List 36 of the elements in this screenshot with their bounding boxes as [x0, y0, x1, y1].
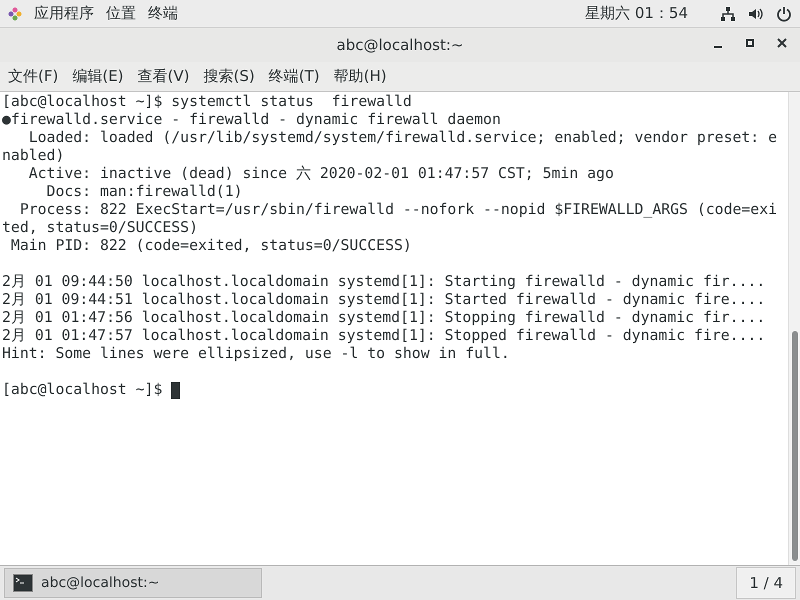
top-menu-item[interactable]: 终端 — [148, 2, 178, 25]
apps-icon — [8, 6, 22, 20]
shell-prompt: [abc@localhost ~]$ — [2, 381, 164, 399]
menu-item[interactable]: 查看(V) — [138, 65, 190, 88]
scrollbar[interactable] — [788, 92, 800, 565]
text-cursor — [171, 382, 180, 398]
maximize-icon[interactable] — [744, 37, 756, 49]
terminal-line: ●firewalld.service - firewalld - dynamic firewall daemon — [2, 111, 501, 129]
menu-item[interactable]: 终端(T) — [268, 65, 320, 88]
terminal-icon — [13, 574, 33, 592]
terminal-line: Active: inactive (dead) since 六 2020-02-01 01:47:57 CST; 5min ago — [28, 165, 614, 183]
terminal-line: 2月 01 01:47:57 localhost.localdomain systemd[1]: Stopped firewalld - dynamic fire.... — [2, 327, 766, 345]
workspace-indicator[interactable]: 1 / 4 — [736, 566, 796, 600]
menu-item[interactable]: 搜索(S) — [204, 65, 255, 88]
menu-item[interactable]: 文件(F) — [8, 65, 58, 88]
window-title: abc@localhost:~ — [336, 34, 464, 56]
terminal-line: Hint: Some lines were ellipsized, use -l to show in full. — [2, 345, 510, 363]
terminal-line: ted, status=0/SUCCESS) — [2, 219, 198, 237]
terminal-line: 2月 01 01:47:56 localhost.localdomain systemd[1]: Stopping firewalld - dynamic fir.... — [2, 309, 766, 327]
network-icon[interactable] — [720, 6, 736, 22]
terminal-line: 2月 01 09:44:51 localhost.localdomain systemd[1]: Started firewalld - dynamic fire.... — [2, 291, 766, 309]
terminal-line: Docs: man:firewalld(1) — [46, 183, 243, 201]
terminal-line: 2月 01 09:44:50 localhost.localdomain systemd[1]: Starting firewalld - dynamic fir.... — [2, 273, 766, 291]
close-icon[interactable] — [776, 37, 788, 49]
menu-item[interactable]: 帮助(H) — [334, 65, 387, 88]
clock[interactable]: 星期六 01：54 — [585, 2, 688, 25]
terminal-line: [abc@localhost ~]$ systemctl status firewalld — [2, 93, 412, 111]
terminal-line: Loaded: loaded (/usr/lib/systemd/system/firewalld.service; enabled; vendor preset: e — [28, 129, 778, 147]
terminal-line: Process: 822 ExecStart=/usr/sbin/firewalld --nofork --nopid $FIREWALLD_ARGS (code=exi — [18, 201, 778, 219]
top-menu-item[interactable]: 应用程序 — [34, 2, 94, 25]
menu-item[interactable]: 编辑(E) — [72, 65, 124, 88]
terminal-line: Main PID: 822 (code=exited, status=0/SUCCESS) — [10, 237, 412, 255]
power-icon[interactable] — [776, 6, 792, 22]
top-menu-item[interactable]: 位置 — [106, 2, 136, 25]
taskbar-item[interactable]: abc@localhost:~ — [4, 568, 262, 598]
terminal-line: nabled) — [2, 147, 64, 165]
